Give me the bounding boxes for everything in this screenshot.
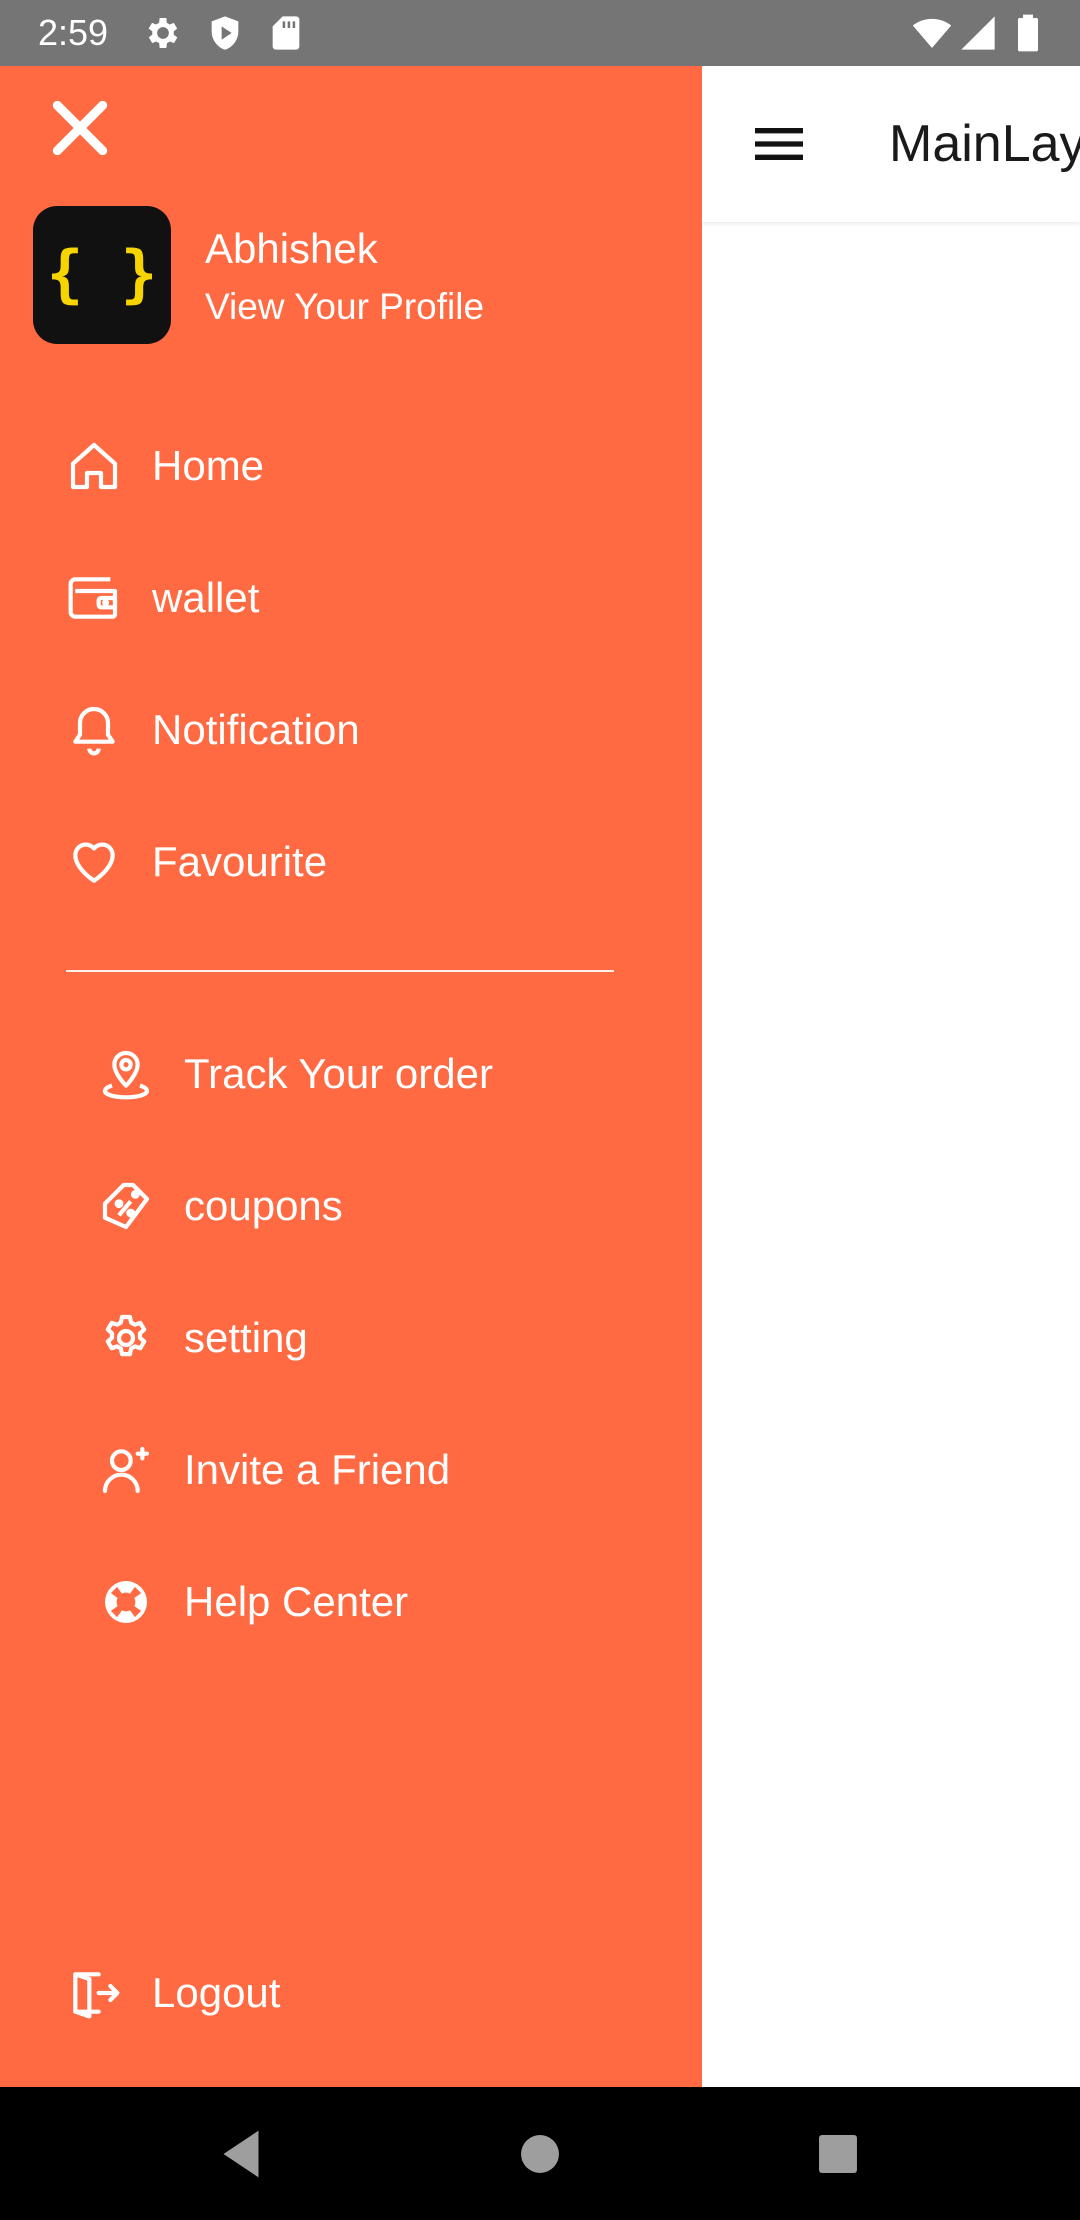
drawer-item-label: setting [184, 1314, 308, 1361]
sd-card-icon [266, 13, 306, 53]
drawer-item-label: Favourite [152, 838, 328, 885]
status-bar: 2:59 [0, 0, 1080, 66]
shield-play-icon [205, 13, 245, 53]
wifi-icon [912, 13, 952, 53]
logout-icon [64, 1963, 124, 2023]
cell-signal-icon [958, 13, 998, 53]
user-plus-icon [96, 1440, 156, 1500]
drawer-item-label: Notification [152, 706, 360, 753]
page-title: MainLay [889, 115, 1080, 173]
drawer-item-home[interactable]: Home [64, 420, 664, 512]
drawer-item-label: Logout [152, 1969, 281, 2016]
hamburger-icon[interactable] [747, 112, 811, 176]
drawer-item-label: Home [152, 442, 265, 489]
battery-icon [1010, 13, 1046, 53]
close-icon[interactable] [46, 94, 114, 162]
drawer-item-label: coupons [184, 1182, 343, 1229]
location-pin-icon [96, 1044, 156, 1104]
bell-icon [64, 700, 124, 760]
drawer-divider [66, 970, 614, 972]
svg-text:{ }: { } [52, 237, 152, 310]
profile-name: Abhishek [205, 225, 378, 272]
drawer-item-label: wallet [152, 574, 260, 621]
wallet-icon [64, 568, 124, 628]
gear-icon [143, 13, 183, 53]
curly-braces-logo-icon: { } [33, 206, 171, 344]
back-icon[interactable] [206, 2119, 276, 2189]
home-icon [64, 436, 124, 496]
home-circle-icon[interactable] [505, 2119, 575, 2189]
profile-header[interactable]: { } Abhishek View Your Profile [33, 206, 673, 346]
system-nav-bar [0, 2087, 1080, 2220]
status-time: 2:59 [38, 12, 109, 53]
drawer-item-logout[interactable]: Logout [64, 1947, 664, 2039]
view-profile-link[interactable]: View Your Profile [205, 284, 484, 330]
drawer-item-help-center[interactable]: Help Center [96, 1556, 696, 1648]
lifebuoy-icon [96, 1572, 156, 1632]
recents-square-icon[interactable] [803, 2119, 873, 2189]
drawer-item-coupons[interactable]: coupons [96, 1160, 696, 1252]
drawer-item-wallet[interactable]: wallet [64, 552, 664, 644]
navigation-drawer: { } Abhishek View Your Profile Home wall… [0, 66, 702, 2087]
drawer-item-notification[interactable]: Notification [64, 684, 664, 776]
settings-gear-icon [96, 1308, 156, 1368]
drawer-item-label: Help Center [184, 1578, 409, 1625]
drawer-item-favourite[interactable]: Favourite [64, 816, 664, 908]
app-bar: MainLay [702, 66, 1080, 222]
drawer-item-invite-friend[interactable]: Invite a Friend [96, 1424, 696, 1516]
drawer-item-track-order[interactable]: Track Your order [96, 1028, 696, 1120]
drawer-item-setting[interactable]: setting [96, 1292, 696, 1384]
heart-icon [64, 832, 124, 892]
drawer-item-label: Track Your order [184, 1050, 493, 1097]
drawer-item-label: Invite a Friend [184, 1446, 451, 1493]
coupon-tag-icon [96, 1176, 156, 1236]
